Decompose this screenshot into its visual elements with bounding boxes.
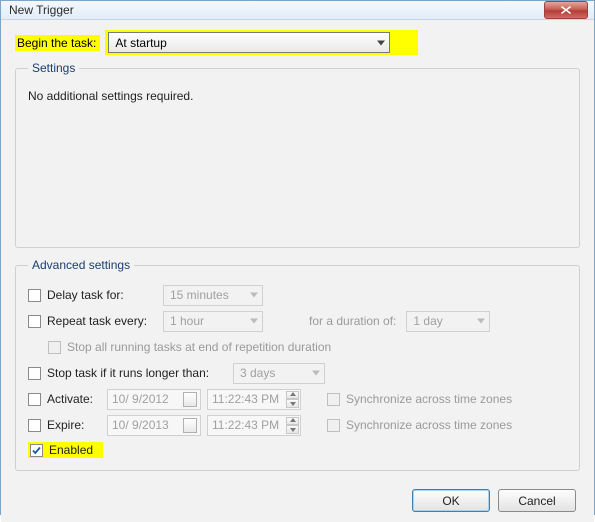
client-area: Begin the task: At startup Settings No a… [1,20,594,522]
chevron-down-icon [477,319,485,324]
chevron-down-icon [250,293,258,298]
titlebar: New Trigger [1,1,594,20]
activate-sync-checkbox [327,393,340,406]
activate-row: Activate: 10/ 9/2012 11:22:43 PM Synchro… [28,386,567,412]
spinner-icon [286,417,299,434]
advanced-settings-group: Advanced settings Delay task for: 15 min… [15,258,580,471]
delay-label: Delay task for: [47,288,157,302]
settings-body: No additional settings required. [28,85,567,235]
stop-longer-checkbox[interactable] [28,367,41,380]
cancel-button[interactable]: Cancel [498,489,576,512]
enabled-label: Enabled [49,443,93,457]
begin-task-row: Begin the task: At startup [15,32,580,53]
window-title: New Trigger [7,3,544,17]
spinner-icon [286,391,299,408]
new-trigger-dialog: New Trigger Begin the task: At startup S… [0,0,595,515]
chevron-down-icon [250,319,258,324]
close-icon [561,6,571,14]
advanced-legend: Advanced settings [28,258,134,272]
chevron-down-icon [377,40,385,45]
expire-checkbox[interactable] [28,419,41,432]
enabled-checkbox[interactable] [30,444,43,457]
repeat-label: Repeat task every: [47,314,157,328]
activate-time-picker[interactable]: 11:22:43 PM [207,389,301,410]
repeat-stop-row: Stop all running tasks at end of repetit… [48,334,567,360]
repeat-interval-dropdown[interactable]: 1 hour [163,311,263,332]
expire-row: Expire: 10/ 9/2013 11:22:43 PM Synchroni… [28,412,567,438]
expire-label: Expire: [47,418,101,432]
enabled-row: Enabled [28,442,567,458]
settings-group: Settings No additional settings required… [15,61,580,248]
begin-task-label: Begin the task: [15,35,100,51]
expire-time-picker[interactable]: 11:22:43 PM [207,415,301,436]
stop-longer-label: Stop task if it runs longer than: [47,366,227,380]
begin-task-dropdown[interactable]: At startup [108,32,390,53]
expire-date-picker[interactable]: 10/ 9/2013 [107,415,201,436]
repeat-stop-label: Stop all running tasks at end of repetit… [67,340,331,354]
expire-sync-label: Synchronize across time zones [346,418,512,432]
activate-label: Activate: [47,392,101,406]
delay-row: Delay task for: 15 minutes [28,282,567,308]
chevron-down-icon [312,371,320,376]
close-button[interactable] [544,1,588,19]
repeat-row: Repeat task every: 1 hour for a duration… [28,308,567,334]
stop-longer-row: Stop task if it runs longer than: 3 days [28,360,567,386]
repeat-stop-checkbox [48,341,61,354]
calendar-icon [183,392,197,407]
stop-longer-dropdown[interactable]: 3 days [233,363,325,384]
ok-button[interactable]: OK [412,489,490,512]
repeat-checkbox[interactable] [28,315,41,328]
repeat-duration-label: for a duration of: [309,314,396,328]
settings-legend: Settings [28,61,79,75]
activate-date-picker[interactable]: 10/ 9/2012 [107,389,201,410]
delay-checkbox[interactable] [28,289,41,302]
repeat-duration-dropdown[interactable]: 1 day [406,311,490,332]
activate-sync-label: Synchronize across time zones [346,392,512,406]
expire-sync-checkbox [327,419,340,432]
calendar-icon [183,418,197,433]
delay-dropdown[interactable]: 15 minutes [163,285,263,306]
activate-checkbox[interactable] [28,393,41,406]
begin-task-value: At startup [115,36,166,50]
check-icon [31,445,42,456]
dialog-buttons: OK Cancel [15,481,580,512]
